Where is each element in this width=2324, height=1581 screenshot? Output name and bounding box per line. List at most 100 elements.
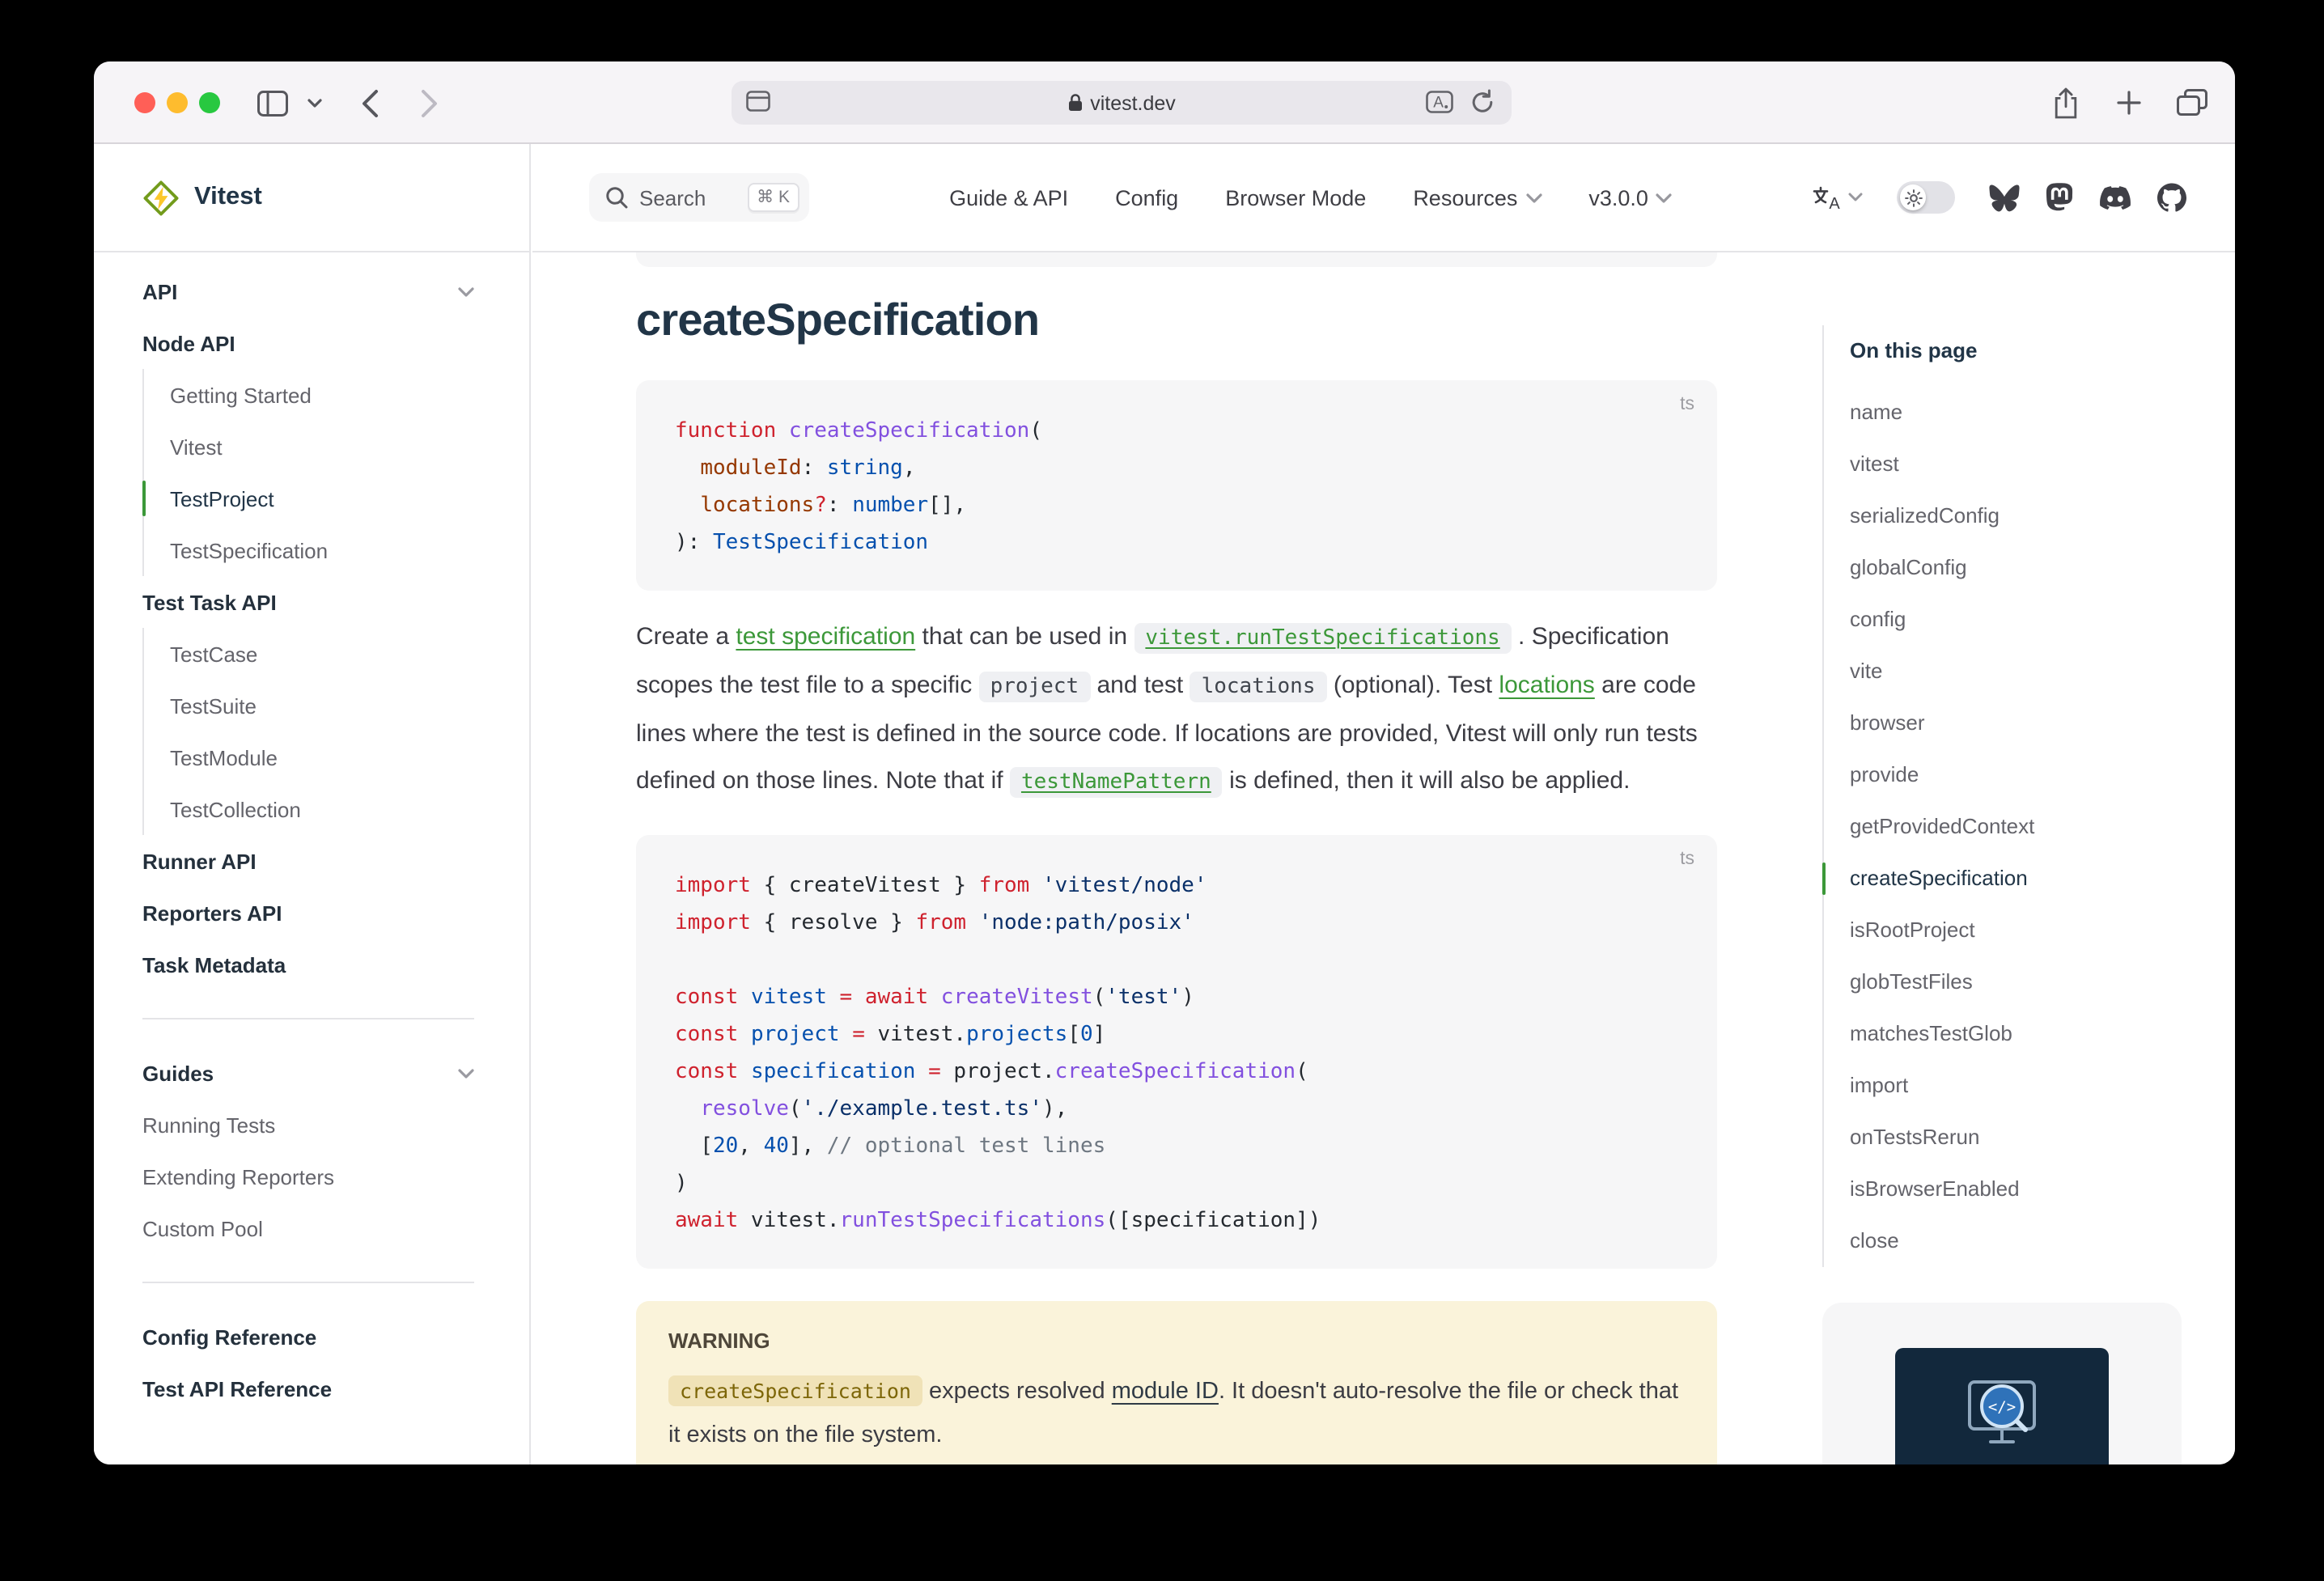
toc-item-isbrowserenabled[interactable]: isBrowserEnabled (1824, 1163, 2185, 1215)
sidebar-item-testmodule[interactable]: TestModule (170, 731, 474, 783)
plus-icon (2116, 91, 2140, 115)
sidebar-section-label: API (142, 279, 177, 303)
toc-item-vitest[interactable]: vitest (1824, 439, 2185, 490)
url-text: vitest.dev (1090, 91, 1176, 114)
content-link[interactable]: module ID (1112, 1379, 1219, 1405)
code-token (675, 1097, 700, 1121)
new-tab-button[interactable] (2109, 61, 2148, 144)
share-button[interactable] (2046, 61, 2084, 144)
sidebar-item-testsuite[interactable]: TestSuite (170, 680, 474, 731)
toc-item-serializedconfig[interactable]: serializedConfig (1824, 490, 2185, 542)
tab-overview-button[interactable] (2170, 61, 2212, 144)
sidebar-item-test-task-api[interactable]: Test Task API (142, 576, 474, 628)
mastodon-link[interactable] (2046, 183, 2073, 212)
inline-code-link[interactable]: testNamePattern (1010, 767, 1223, 798)
reload-icon (1469, 89, 1495, 115)
minimize-window-button[interactable] (167, 92, 188, 113)
code-token: 20 (713, 1134, 738, 1159)
code-token: = (852, 1023, 865, 1047)
toc-item-browser[interactable]: browser (1824, 697, 2185, 749)
nav-extras: A (1813, 181, 2186, 214)
nav-link-resources[interactable]: Resources (1413, 185, 1542, 210)
bluesky-link[interactable] (1989, 184, 2020, 211)
toc-title: On this page (1824, 325, 2185, 377)
sidebar-item-test-api-reference[interactable]: Test API Reference (142, 1363, 474, 1414)
code-token: : (827, 494, 852, 518)
code-line: resolve('./example.test.ts'), (675, 1091, 1678, 1128)
content-link[interactable]: locations (1499, 672, 1594, 699)
sidebar-section-api[interactable]: API (142, 265, 474, 317)
inline-code-link[interactable]: vitest.runTestSpecifications (1134, 623, 1511, 654)
sidebar-item-testcollection[interactable]: TestCollection (170, 783, 474, 835)
code-token (915, 1060, 928, 1084)
toc-item-import[interactable]: import (1824, 1060, 2185, 1112)
search-button[interactable]: Search ⌘ K (589, 173, 809, 222)
nav-link-version[interactable]: v3.0.0 (1588, 185, 1673, 210)
chevron-down-icon (458, 1067, 474, 1079)
language-button[interactable]: A (1813, 185, 1863, 210)
content-link[interactable]: test specification (736, 623, 915, 651)
svg-text:A: A (1829, 194, 1840, 210)
discord-link[interactable] (2099, 185, 2131, 210)
toc-item-close[interactable]: close (1824, 1215, 2185, 1267)
sidebar-item-getting-started[interactable]: Getting Started (170, 369, 474, 421)
sidebar-item-node-api[interactable]: Node API (142, 317, 474, 369)
code-token: const (675, 985, 738, 1010)
sidebar-item-task-metadata[interactable]: Task Metadata (142, 939, 474, 990)
sidebar-toggle-button[interactable] (249, 61, 295, 144)
toc-item-config[interactable]: config (1824, 594, 2185, 646)
toc-item-globtestfiles[interactable]: globTestFiles (1824, 956, 2185, 1008)
code-token: , (738, 1134, 763, 1159)
sidebar-item-testspecification[interactable]: TestSpecification (170, 524, 474, 576)
sponsor-image: </> (1895, 1348, 2109, 1464)
brand-name[interactable]: Vitest (194, 183, 262, 212)
toc-item-isrootproject[interactable]: isRootProject (1824, 905, 2185, 956)
sponsor-card[interactable]: </> (1822, 1303, 2182, 1464)
sidebar-item-label: Running Tests (142, 1113, 275, 1137)
back-button[interactable] (350, 61, 388, 144)
nav-link-browser-mode[interactable]: Browser Mode (1225, 185, 1366, 210)
toc-item-createspecification[interactable]: createSpecification (1824, 853, 2185, 905)
sidebar-item-reporters-api[interactable]: Reporters API (142, 887, 474, 939)
code-token: import (675, 874, 751, 898)
toc-item-matchestestglob[interactable]: matchesTestGlob (1824, 1008, 2185, 1060)
nav-link-guide-api[interactable]: Guide & API (949, 185, 1068, 210)
code-token: createSpecification (1055, 1060, 1296, 1084)
toc-item-vite[interactable]: vite (1824, 646, 2185, 697)
code-line: await vitest.runTestSpecifications([spec… (675, 1202, 1678, 1240)
sidebar-section-guides[interactable]: Guides (142, 1047, 474, 1099)
reload-button[interactable] (1469, 89, 1495, 115)
github-link[interactable] (2157, 183, 2186, 212)
sidebar-item-extending-reporters[interactable]: Extending Reporters (142, 1151, 474, 1202)
sidebar-item-runner-api[interactable]: Runner API (142, 835, 474, 887)
code-token: project (751, 1023, 840, 1047)
sidebar-item-testproject[interactable]: TestProject (170, 473, 474, 524)
sidebar-item-custom-pool[interactable]: Custom Pool (142, 1202, 474, 1254)
sidebar-item-running-tests[interactable]: Running Tests (142, 1099, 474, 1151)
code-line: [20, 40], // optional test lines (675, 1128, 1678, 1165)
close-window-button[interactable] (134, 92, 155, 113)
sidebar-item-vitest[interactable]: Vitest (170, 421, 474, 473)
nav-link-config[interactable]: Config (1115, 185, 1178, 210)
toc-item-provide[interactable]: provide (1824, 749, 2185, 801)
theme-toggle[interactable] (1897, 181, 1955, 214)
toc-item-getprovidedcontext[interactable]: getProvidedContext (1824, 801, 2185, 853)
translate-button[interactable]: A (1426, 91, 1453, 113)
tab-group-chevron-button[interactable] (301, 61, 327, 144)
toc-item-ontestsrerun[interactable]: onTestsRerun (1824, 1112, 2185, 1163)
tabs-icon (2176, 89, 2207, 117)
url-bar[interactable]: vitest.dev A (732, 81, 1512, 125)
toc-item-name[interactable]: name (1824, 387, 2185, 439)
code-token: ) (675, 1172, 688, 1196)
code-token: ( (1029, 419, 1042, 443)
zoom-window-button[interactable] (199, 92, 220, 113)
toc-item-globalconfig[interactable]: globalConfig (1824, 542, 2185, 594)
sidebar-item-testcase[interactable]: TestCase (170, 628, 474, 680)
page-settings-icon[interactable] (746, 91, 770, 112)
forward-button[interactable] (409, 61, 448, 144)
lock-icon (1067, 94, 1082, 112)
on-this-page: On this page name vitest serializedConfi… (1822, 325, 2185, 1267)
sidebar-item-config-reference[interactable]: Config Reference (142, 1311, 474, 1363)
code-token (675, 456, 700, 481)
sidebar: Vitest API Node API Getting Started Vite… (94, 144, 531, 1464)
